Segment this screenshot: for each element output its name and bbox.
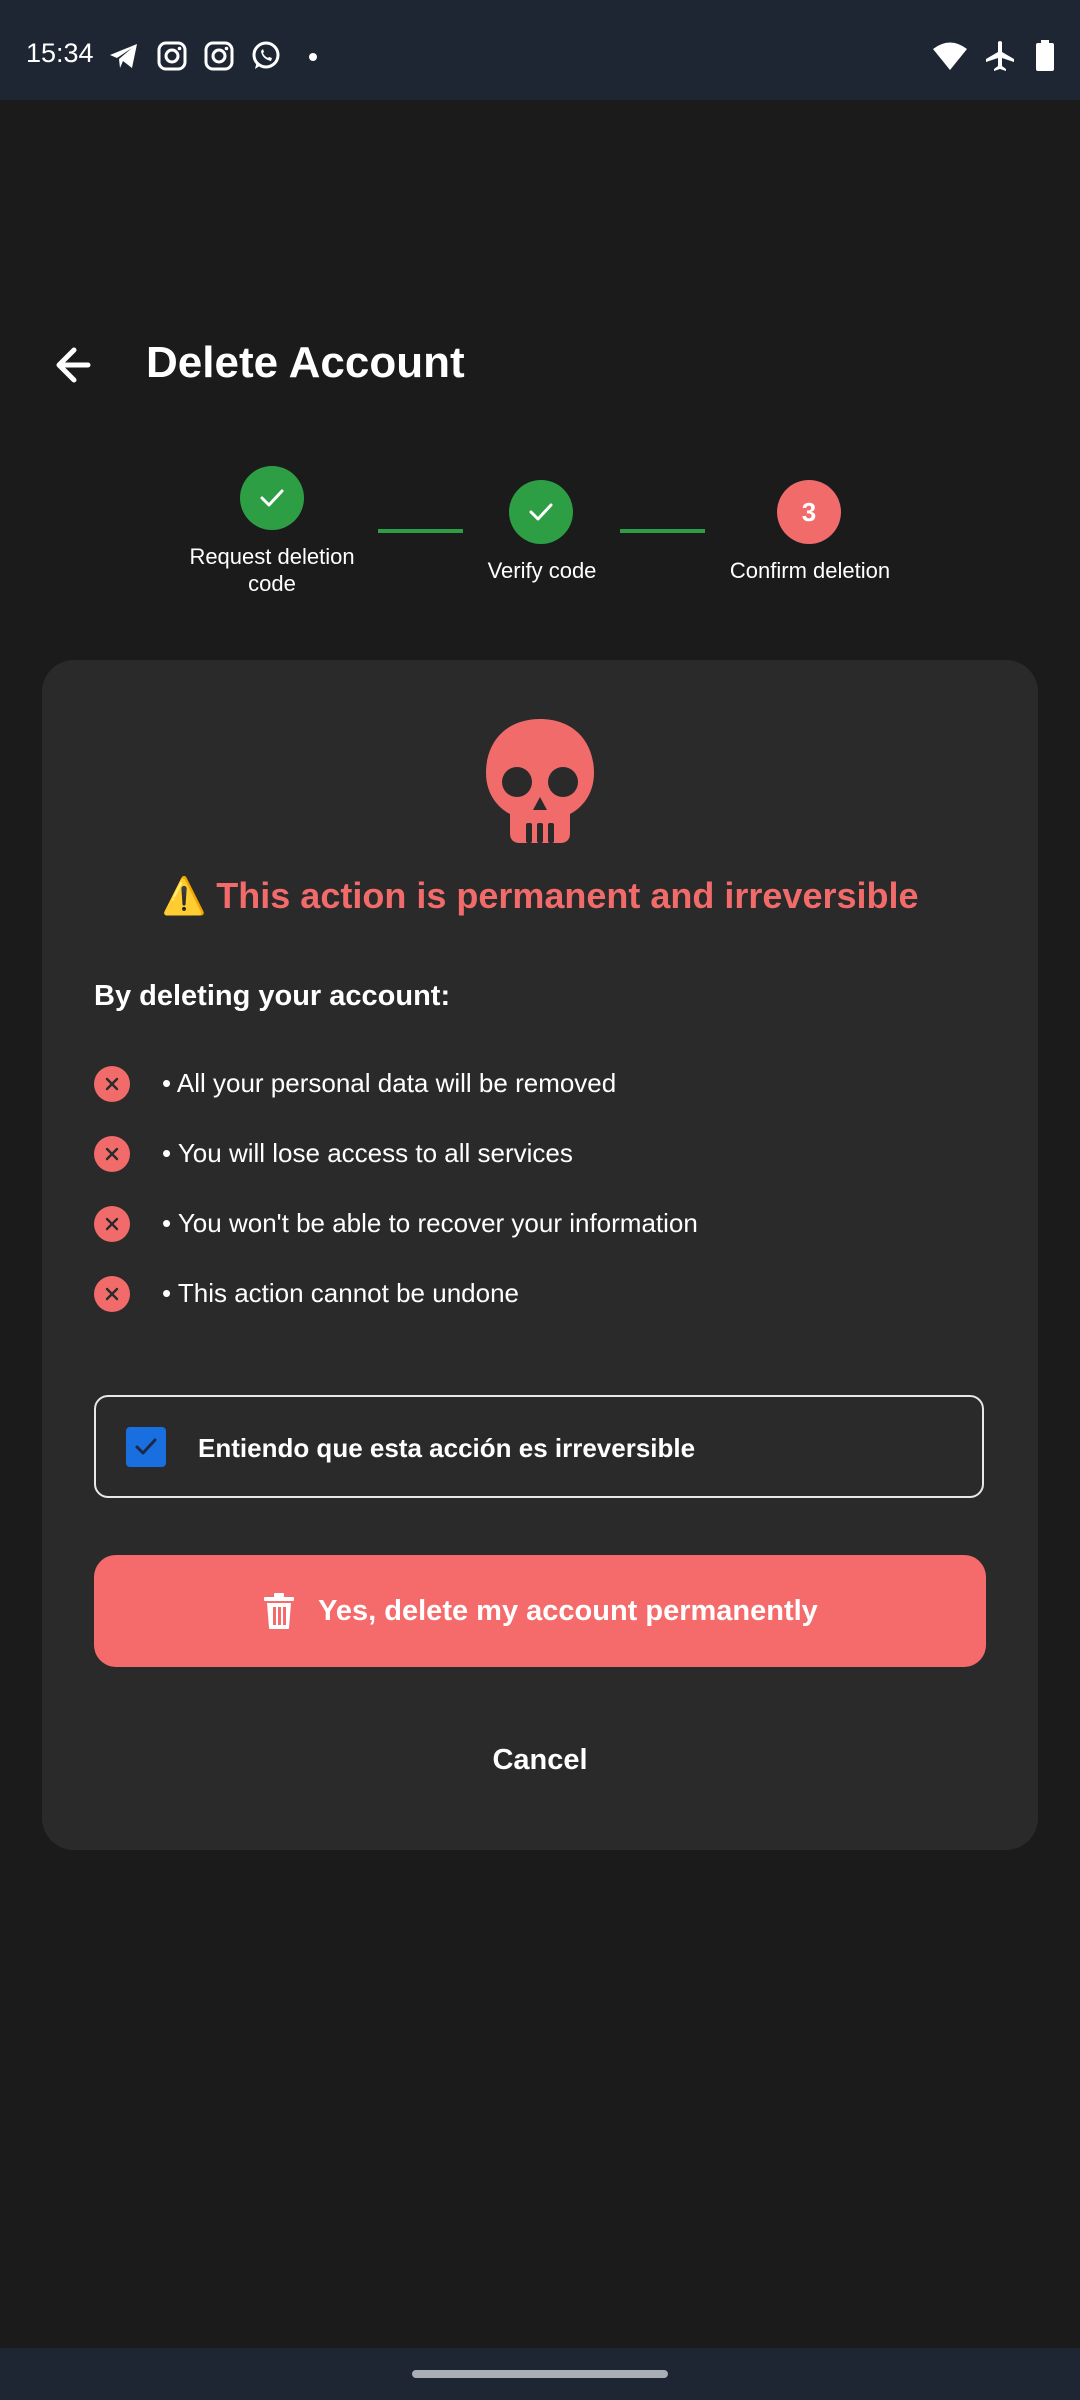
telegram-icon	[108, 40, 140, 72]
step-1-label: Request deletion code	[189, 544, 355, 596]
instagram-icon	[156, 40, 188, 72]
list-item: • All your personal data will be removed	[94, 1060, 994, 1130]
step-1-check-icon	[240, 466, 304, 530]
consequence-text: • You will lose access to all services	[162, 1138, 573, 1168]
confirm-deletion-card: ⚠️ This action is permanent and irrevers…	[42, 660, 1038, 1850]
instagram-icon	[203, 40, 235, 72]
status-bar: 15:34	[0, 0, 1080, 100]
x-circle-icon	[94, 1066, 130, 1102]
delete-account-button[interactable]: Yes, delete my account permanently	[94, 1555, 986, 1667]
app-header: Delete Account	[0, 320, 1080, 410]
warning-message: ⚠️ This action is permanent and irrevers…	[42, 875, 1038, 917]
trash-icon	[264, 1593, 295, 1629]
home-indicator[interactable]	[412, 2370, 668, 2378]
acknowledge-checkbox[interactable]	[126, 1427, 166, 1467]
wifi-icon	[932, 40, 967, 72]
page-title: Delete Account	[146, 338, 465, 387]
back-button[interactable]	[48, 340, 108, 390]
warning-icon: ⚠️	[161, 875, 207, 916]
list-item: • This action cannot be undone	[94, 1270, 994, 1340]
consequences-heading: By deleting your account:	[94, 980, 451, 1012]
x-circle-icon	[94, 1276, 130, 1312]
consequence-text: • This action cannot be undone	[162, 1278, 519, 1308]
step-connector	[378, 529, 463, 533]
consequences-list: • All your personal data will be removed…	[94, 1060, 994, 1340]
step-3-label: Confirm deletion	[729, 558, 891, 583]
list-item: • You will lose access to all services	[94, 1130, 994, 1200]
progress-stepper: Request deletion code Verify code 3 Conf…	[0, 460, 1080, 610]
step-3-number: 3	[777, 480, 841, 544]
acknowledge-label: Entiendo que esta acción es irreversible	[198, 1433, 696, 1463]
whatsapp-icon	[250, 40, 282, 72]
consequence-text: • You won't be able to recover your info…	[162, 1208, 698, 1238]
step-2-label: Verify code	[487, 558, 597, 583]
arrow-left-icon	[56, 347, 91, 383]
navigation-bar	[0, 2348, 1080, 2400]
battery-icon	[1034, 40, 1066, 72]
acknowledge-checkbox-row[interactable]: Entiendo que esta acción es irreversible	[94, 1395, 984, 1498]
airplane-icon	[984, 40, 1016, 72]
x-circle-icon	[94, 1206, 130, 1242]
x-circle-icon	[94, 1136, 130, 1172]
step-connector	[620, 529, 705, 533]
check-icon	[135, 1438, 157, 1455]
list-item: • You won't be able to recover your info…	[94, 1200, 994, 1270]
cancel-button[interactable]: Cancel	[440, 1730, 640, 1790]
warning-text: This action is permanent and irreversibl…	[216, 875, 919, 916]
delete-button-label: Yes, delete my account permanently	[318, 1594, 818, 1627]
step-2-check-icon	[509, 480, 573, 544]
dot-icon	[303, 40, 335, 72]
skull-icon	[480, 715, 600, 850]
consequence-text: • All your personal data will be removed	[162, 1068, 617, 1098]
status-time: 15:34	[26, 38, 94, 68]
